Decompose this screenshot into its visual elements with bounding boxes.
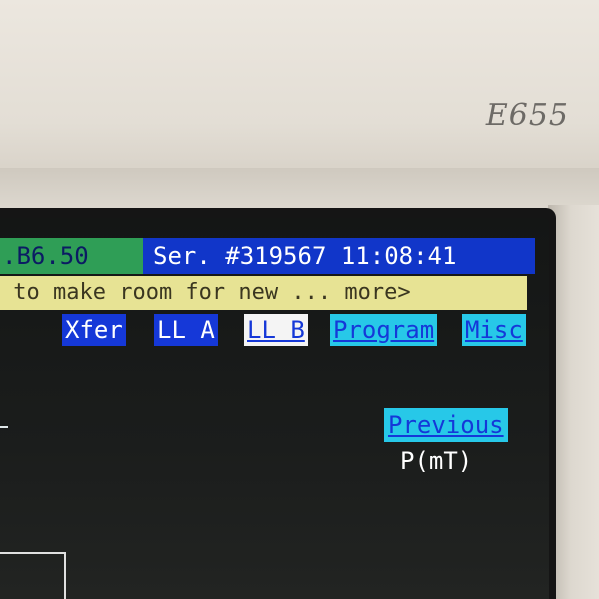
monitor-bezel-top <box>0 0 599 175</box>
previous-button[interactable]: Previous <box>384 408 508 442</box>
software-version: .B6.50 <box>0 238 145 274</box>
status-bar: .B6.50 Ser. #319567 11:08:41 <box>0 238 535 274</box>
menu-tab-ll-a[interactable]: LL A <box>154 314 218 346</box>
outlined-box <box>0 552 66 599</box>
display-screen: .B6.50 Ser. #319567 11:08:41 to make roo… <box>0 218 549 599</box>
message-bar[interactable]: to make room for new ... more> <box>0 276 527 310</box>
serial-time-readout: Ser. #319567 11:08:41 <box>143 238 535 274</box>
cut-off-label-fragment <box>0 398 8 428</box>
monitor-bezel-shelf <box>0 168 599 210</box>
menu-tab-ll-b[interactable]: LL B <box>244 314 308 346</box>
model-label: E655 <box>485 98 569 133</box>
menu-tab-misc[interactable]: Misc <box>462 314 526 346</box>
pressure-unit-label: P(mT) <box>400 447 473 475</box>
menu-tab-xfer[interactable]: Xfer <box>62 314 126 346</box>
menu-tab-program[interactable]: Program <box>330 314 438 346</box>
